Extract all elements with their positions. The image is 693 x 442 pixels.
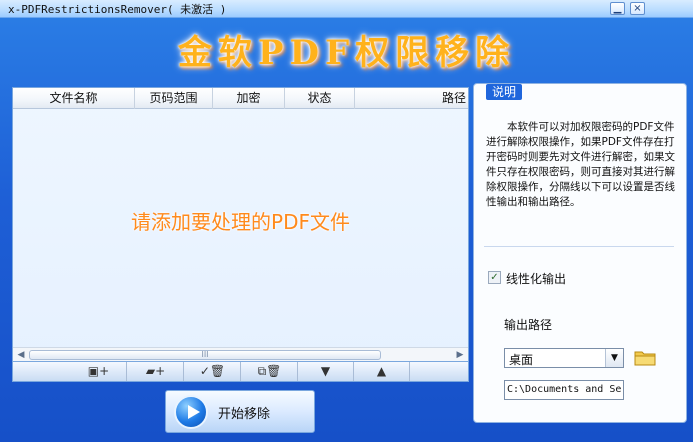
linearize-checkbox[interactable]: ✓	[488, 271, 501, 284]
remove-all-button[interactable]: ⧉🗑	[242, 362, 298, 381]
app-banner-title: 金软PDF权限移除	[177, 33, 516, 73]
panel-divider	[484, 246, 674, 247]
move-up-icon: ▲	[376, 364, 387, 378]
output-location-select[interactable]: 桌面 ▼	[504, 348, 624, 368]
scrollbar-thumb[interactable]: III	[29, 350, 381, 360]
info-description: 本软件可以对加权限密码的PDF文件进行解除权限操作，如果PDF文件存在打开密码时…	[486, 121, 675, 208]
file-list[interactable]: 文件名称 页码范围 加密 状态 路径 请添加要处理的PDF文件 ◀ III ▶	[12, 87, 469, 362]
start-remove-label: 开始移除	[218, 407, 271, 422]
horizontal-scrollbar[interactable]: ◀ III ▶	[13, 347, 468, 361]
column-header-path[interactable]: 路径	[355, 88, 470, 109]
move-up-button[interactable]: ▲	[354, 362, 410, 381]
output-path-label: 输出路径	[504, 318, 553, 332]
minimize-button[interactable]: ▁	[610, 2, 625, 15]
info-panel-legend: 说明	[486, 84, 523, 100]
chevron-down-icon[interactable]: ▼	[605, 349, 623, 367]
file-list-header: 文件名称 页码范围 加密 状态 路径	[13, 88, 468, 109]
output-location-value: 桌面	[509, 353, 534, 367]
column-header-page-range[interactable]: 页码范围	[135, 88, 213, 109]
empty-list-hint: 请添加要处理的PDF文件	[131, 210, 350, 234]
info-panel: 说明 本软件可以对加权限密码的PDF文件进行解除权限操作，如果PDF文件存在打开…	[473, 83, 687, 423]
window-title: x-PDFRestrictionsRemover( 未激活 )	[8, 3, 227, 16]
remove-all-icon: ⧉🗑	[257, 364, 282, 378]
folder-icon[interactable]	[634, 348, 656, 366]
linearize-label[interactable]: 线性化输出	[506, 270, 566, 287]
column-header-filename[interactable]: 文件名称	[13, 88, 135, 109]
remove-selected-button[interactable]: ✓🗑	[185, 362, 241, 381]
title-bar: x-PDFRestrictionsRemover( 未激活 ) ▁ ×	[0, 0, 693, 18]
column-header-status[interactable]: 状态	[285, 88, 355, 109]
remove-selected-icon: ✓🗑	[199, 364, 226, 378]
scroll-left-icon[interactable]: ◀	[15, 349, 27, 361]
add-file-icon: ▣+	[87, 364, 110, 378]
start-remove-button[interactable]: 开始移除	[165, 390, 315, 433]
minimize-icon: ▁	[613, 3, 622, 14]
output-path-input[interactable]: C:\Documents and Se	[504, 380, 624, 400]
add-file-button[interactable]: ▣+	[71, 362, 127, 381]
move-down-icon: ▼	[320, 364, 331, 378]
check-icon: ✓	[490, 272, 499, 283]
close-icon: ×	[633, 3, 642, 14]
column-header-encryption[interactable]: 加密	[213, 88, 285, 109]
close-button[interactable]: ×	[630, 2, 645, 15]
add-folder-icon: ▰+	[145, 364, 166, 378]
add-folder-button[interactable]: ▰+	[128, 362, 184, 381]
scroll-right-icon[interactable]: ▶	[454, 349, 466, 361]
file-list-toolbar: ▣+ ▰+ ✓🗑 ⧉🗑 ▼ ▲	[12, 362, 469, 382]
move-down-button[interactable]: ▼	[298, 362, 354, 381]
play-icon	[174, 395, 208, 429]
